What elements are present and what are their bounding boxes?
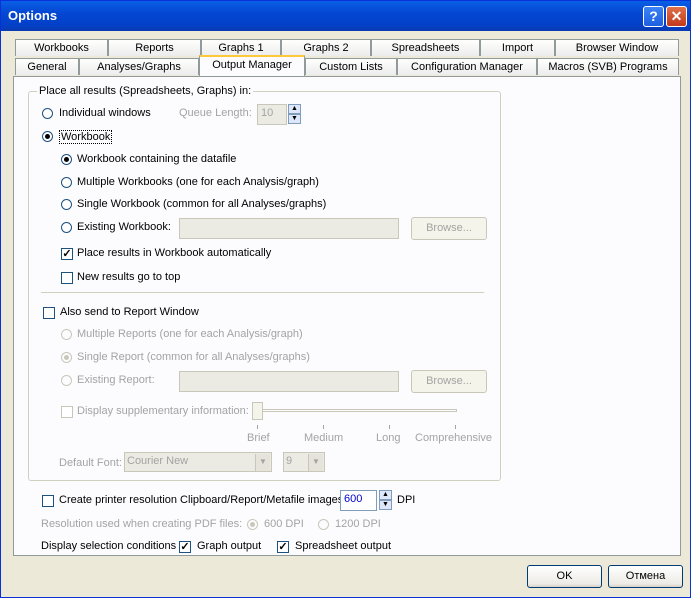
browse-workbook-button[interactable]: Browse... [411,217,487,240]
report-multiple-label: Multiple Reports (one for each Analysis/… [77,328,303,340]
level-brief: Brief [247,432,270,444]
wb-single-radio[interactable] [61,199,72,210]
browse-report-button[interactable]: Browse... [411,370,487,393]
report-multiple-radio[interactable] [61,329,72,340]
workbook-radio[interactable] [42,131,53,142]
workbook-label: Workbook [59,130,113,144]
cancel-button[interactable]: Отмена [608,565,683,588]
tab-browser-window[interactable]: Browser Window [555,39,679,56]
new-top-label: New results go to top [77,271,181,283]
help-button[interactable]: ? [643,6,664,27]
report-existing-radio[interactable] [61,375,72,386]
pdf-1200-radio[interactable] [318,519,329,530]
spreadsheet-output-label: Spreadsheet output [295,540,392,552]
level-long: Long [376,432,401,444]
window-title: Options [8,8,58,23]
supplementary-checkbox[interactable] [61,406,73,418]
tab-configuration-manager[interactable]: Configuration Manager [397,58,537,75]
default-font-label: Default Font: [59,457,122,469]
wb-datafile-label: Workbook containing the datafile [77,153,237,165]
font-select[interactable]: Courier New ▼ [124,452,272,472]
individual-windows-label: Individual windows [59,107,151,119]
report-single-label: Single Report (common for all Analyses/g… [77,351,310,363]
slider-tick [455,425,456,429]
selection-conditions-label: Display selection conditions [41,540,177,552]
wb-multiple-label: Multiple Workbooks (one for each Analysi… [77,176,319,188]
place-auto-label: Place results in Workbook automatically [77,247,272,259]
title-bar[interactable]: Options ? ✕ [1,1,690,31]
slider-tick [257,425,258,429]
place-auto-checkbox[interactable]: ✓ [61,248,73,260]
wb-existing-label: Existing Workbook: [77,221,171,233]
pdf-600-label: 600 DPI [264,518,304,530]
printer-res-checkbox[interactable] [42,495,54,507]
dpi-spinner[interactable]: ▲ ▼ [379,490,392,511]
printer-res-label: Create printer resolution Clipboard/Repo… [59,494,347,506]
dpi-input[interactable]: 600 [340,490,377,511]
level-medium: Medium [304,432,344,444]
existing-report-field[interactable] [179,371,399,392]
individual-windows-radio[interactable] [42,108,53,119]
close-button[interactable]: ✕ [666,6,687,27]
also-send-checkbox[interactable] [43,307,55,319]
pdf-1200-label: 1200 DPI [335,518,381,530]
new-top-checkbox[interactable] [61,272,73,284]
slider-tick [323,425,324,429]
tab-graphs-2[interactable]: Graphs 2 [281,39,371,56]
chevron-down-icon: ▼ [255,454,270,471]
also-send-label: Also send to Report Window [60,306,199,318]
ok-button[interactable]: OK [527,565,602,588]
tab-macros[interactable]: Macros (SVB) Programs [537,58,679,75]
slider-tick [389,425,390,429]
tab-workbooks[interactable]: Workbooks [15,39,108,56]
close-icon: ✕ [670,8,683,24]
queue-length-spinner[interactable]: ▲ ▼ [288,104,301,125]
spreadsheet-output-checkbox[interactable]: ✓ [277,541,289,553]
dpi-unit: DPI [397,494,416,506]
pdf-resolution-label: Resolution used when creating PDF files: [41,518,243,530]
queue-length-label: Queue Length: [179,107,252,119]
tab-custom-lists[interactable]: Custom Lists [305,58,397,75]
font-size-value: 9 [286,455,293,467]
level-comprehensive: Comprehensive [415,432,493,444]
existing-workbook-field[interactable] [179,218,399,239]
tab-reports[interactable]: Reports [108,39,201,56]
tab-general[interactable]: General [15,58,79,75]
font-select-value: Courier New [127,455,189,467]
supplementary-slider-track[interactable] [257,409,457,412]
report-existing-label: Existing Report: [77,374,155,386]
tab-import[interactable]: Import [480,39,555,56]
graph-output-checkbox[interactable]: ✓ [179,541,191,553]
wb-multiple-radio[interactable] [61,177,72,188]
options-dialog: Options ? ✕ Workbooks Reports Graphs 1 G… [0,0,691,598]
tab-graphs-1[interactable]: Graphs 1 [201,39,281,56]
report-single-radio[interactable] [61,352,72,363]
wb-single-label: Single Workbook (common for all Analyses… [77,198,327,210]
chevron-down-icon: ▼ [308,454,323,471]
results-legend: Place all results (Spreadsheets, Graphs)… [37,85,254,97]
supplementary-slider-thumb[interactable] [252,402,263,420]
results-groupbox [28,91,501,481]
tab-spreadsheets[interactable]: Spreadsheets [371,39,480,56]
supplementary-label: Display supplementary information: [77,405,249,417]
queue-length-input[interactable]: 10 [257,104,287,125]
wb-existing-radio[interactable] [61,222,72,233]
wb-datafile-radio[interactable] [61,154,72,165]
pdf-600-radio[interactable] [247,519,258,530]
tab-analyses-graphs[interactable]: Analyses/Graphs [79,58,199,75]
graph-output-label: Graph output [197,540,262,552]
tab-output-manager[interactable]: Output Manager [199,55,305,76]
font-size-select[interactable]: 9 ▼ [283,452,325,472]
group-separator [41,292,484,293]
